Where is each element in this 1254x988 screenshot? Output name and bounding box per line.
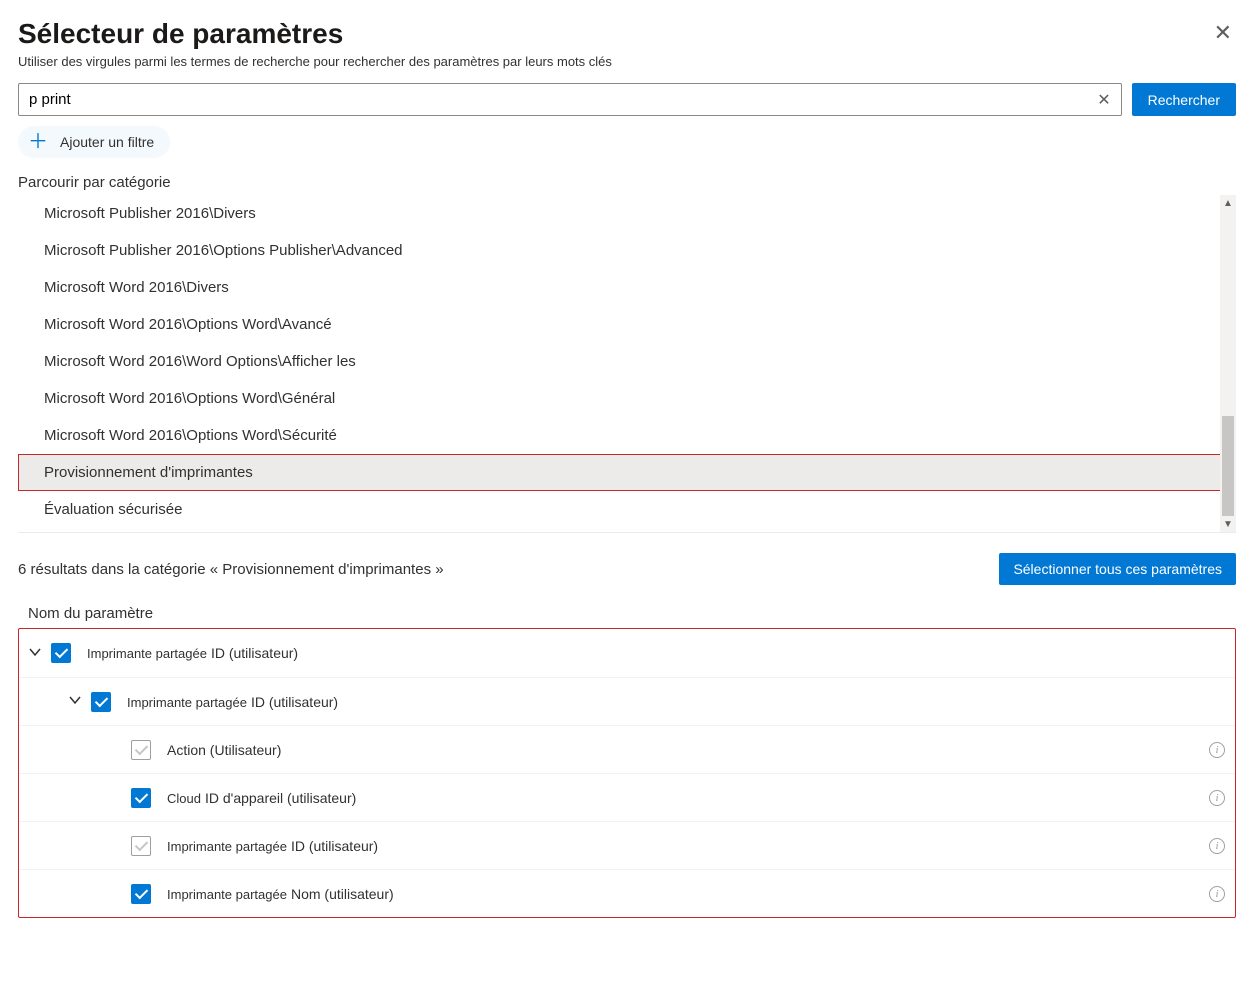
info-icon[interactable]: i [1209,886,1225,902]
settings-tree: Imprimante partagéeID (utilisateur)Impri… [18,628,1236,918]
chevron-down-icon[interactable] [19,644,51,663]
select-all-button[interactable]: Sélectionner tous ces paramètres [999,553,1236,585]
tree-row: CloudID d'appareil (utilisateur)i [19,773,1235,821]
clear-search-icon[interactable]: ✕ [1087,90,1120,110]
checkbox[interactable] [131,884,151,904]
add-filter-label: Ajouter un filtre [60,134,154,150]
tree-row-label: Action (Utilisateur) [167,742,1209,758]
tree-row-label: Imprimante partagéeID (utilisateur) [167,838,1209,854]
category-item[interactable]: Microsoft Word 2016\Options Word\Avancé [44,306,1236,343]
search-input[interactable] [19,84,1087,115]
tree-row-label: Imprimante partagéeID (utilisateur) [127,694,1225,710]
checkbox[interactable] [131,740,151,760]
scroll-thumb[interactable] [1222,416,1234,516]
scroll-down-icon[interactable]: ▼ [1220,516,1236,532]
chevron-down-icon[interactable] [59,692,91,711]
tree-row: Imprimante partagéeID (utilisateur) [19,677,1235,725]
plus-icon: ＋ [28,132,48,152]
tree-row: Action (Utilisateur)i [19,725,1235,773]
category-item[interactable]: Microsoft Publisher 2016\Divers [44,195,1236,232]
search-box: ✕ [18,83,1122,116]
page-subtitle: Utiliser des virgules parmi les termes d… [18,54,1236,69]
scroll-up-icon[interactable]: ▲ [1220,195,1236,211]
checkbox[interactable] [131,836,151,856]
tree-row-label: Imprimante partagéeNom (utilisateur) [167,886,1209,902]
category-item[interactable]: Microsoft Publisher 2016\Options Publish… [44,232,1236,269]
add-filter-button[interactable]: ＋ Ajouter un filtre [18,126,170,158]
category-item[interactable]: Microsoft Word 2016\Options Word\Sécurit… [44,417,1236,454]
category-item[interactable]: Microsoft Word 2016\Options Word\Général [44,380,1236,417]
info-icon[interactable]: i [1209,742,1225,758]
column-header-name: Nom du paramètre [18,599,1236,628]
category-item[interactable]: Provisionnement d'imprimantes [18,454,1236,491]
category-item[interactable]: Microsoft Word 2016\Word Options\Affiche… [44,343,1236,380]
category-item[interactable]: Évaluation sécurisée [44,491,1236,528]
category-list: Microsoft Publisher 2016\DiversMicrosoft… [18,195,1236,528]
browse-by-category-label: Parcourir par catégorie [18,174,1236,191]
info-icon[interactable]: i [1209,790,1225,806]
checkbox[interactable] [131,788,151,808]
results-count: 6 résultats dans la catégorie « Provisio… [18,561,444,578]
checkbox[interactable] [91,692,111,712]
info-icon[interactable]: i [1209,838,1225,854]
tree-row-label: CloudID d'appareil (utilisateur) [167,790,1209,806]
page-title: Sélecteur de paramètres [18,18,343,50]
category-item[interactable]: Microsoft Word 2016\Divers [44,269,1236,306]
checkbox[interactable] [51,643,71,663]
scrollbar[interactable]: ▲ ▼ [1220,195,1236,532]
tree-row: Imprimante partagéeID (utilisateur)i [19,821,1235,869]
tree-row: Imprimante partagéeID (utilisateur) [19,629,1235,677]
search-button[interactable]: Rechercher [1132,83,1236,116]
tree-row-label: Imprimante partagéeID (utilisateur) [87,645,1225,661]
close-icon[interactable]: ✕ [1210,18,1236,48]
tree-row: Imprimante partagéeNom (utilisateur)i [19,869,1235,917]
